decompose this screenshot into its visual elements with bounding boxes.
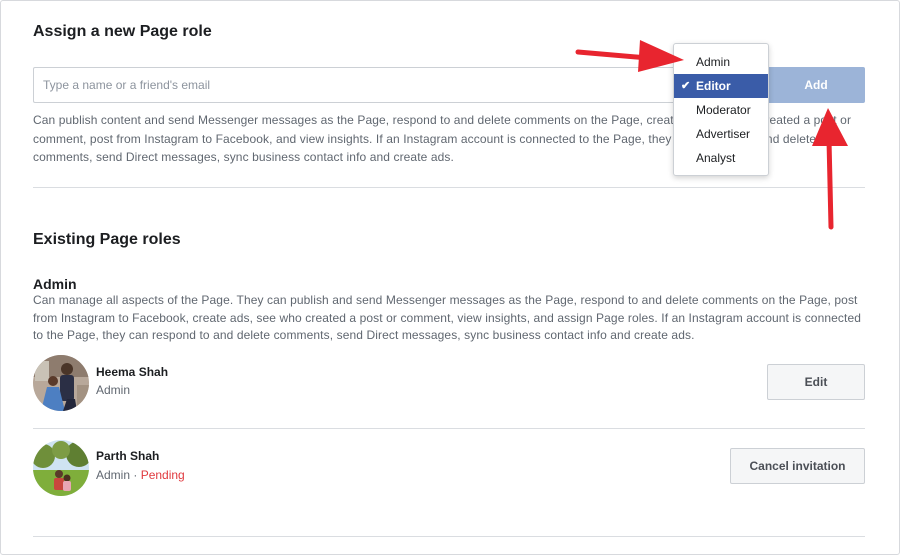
check-icon: ✔: [681, 80, 691, 92]
divider: [33, 428, 865, 429]
person-name[interactable]: Parth Shah: [96, 449, 159, 463]
admin-role-description: Can manage all aspects of the Page. They…: [33, 293, 861, 342]
existing-roles-title: Existing Page roles: [33, 231, 181, 248]
dropdown-option-advertiser[interactable]: Advertiser: [674, 122, 768, 146]
dropdown-option-editor[interactable]: ✔ Editor: [674, 74, 768, 98]
admin-role-heading: Admin: [33, 276, 77, 292]
pending-status: Pending: [140, 468, 185, 482]
avatar[interactable]: [33, 440, 89, 496]
role-separator: ·: [130, 468, 141, 482]
role-label: Admin: [96, 383, 131, 397]
person-role: Admin · Pending: [96, 468, 185, 482]
add-button[interactable]: Add: [767, 67, 865, 103]
person-role: Admin: [96, 383, 130, 397]
name-or-email-input[interactable]: [33, 67, 775, 103]
dropdown-option-analyst[interactable]: Analyst: [674, 146, 768, 170]
assign-role-title: Assign a new Page role: [33, 23, 212, 40]
role-dropdown-menu[interactable]: Admin ✔ Editor Moderator Advertiser Analy…: [673, 43, 769, 176]
cancel-invitation-button[interactable]: Cancel invitation: [730, 448, 865, 484]
person-name[interactable]: Heema Shah: [96, 365, 168, 379]
dropdown-option-admin[interactable]: Admin: [674, 50, 768, 74]
avatar[interactable]: [33, 355, 89, 411]
divider: [33, 536, 865, 537]
dropdown-option-moderator[interactable]: Moderator: [674, 98, 768, 122]
role-label: Admin: [96, 468, 131, 482]
edit-button[interactable]: Edit: [767, 364, 865, 400]
dropdown-option-label: Editor: [696, 79, 731, 93]
divider: [33, 187, 865, 188]
